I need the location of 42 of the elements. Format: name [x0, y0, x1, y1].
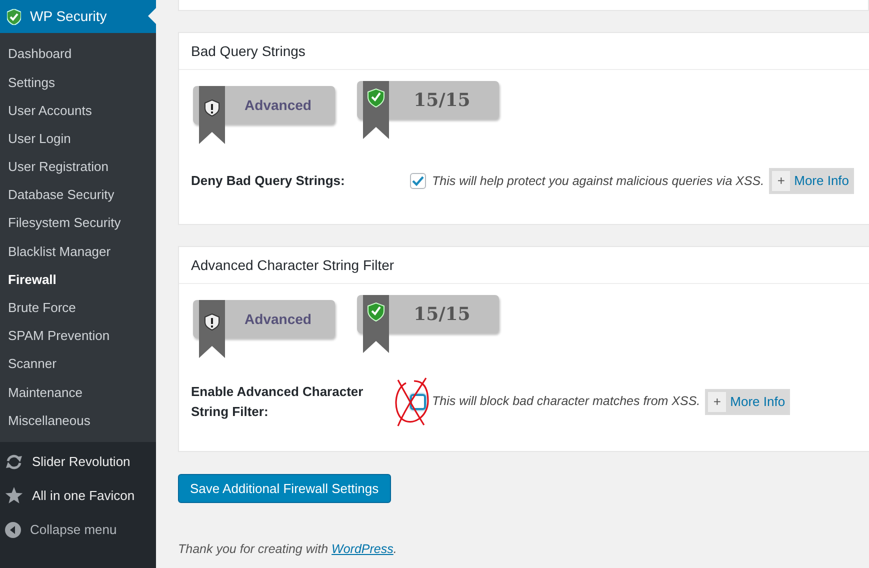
menu-item[interactable]: Database Security: [0, 180, 156, 210]
menu-item[interactable]: Maintenance: [0, 378, 156, 406]
plus-icon: +: [772, 171, 790, 191]
star-icon: [5, 487, 23, 504]
setting-label: Enable Advanced Character String Filter:: [191, 383, 364, 421]
save-button[interactable]: Save Additional Firewall Settings: [178, 474, 391, 503]
menu-item[interactable]: SPAM Prevention: [0, 322, 156, 350]
setting-description: This will block bad character matches from XSS.: [432, 393, 700, 410]
ribbon-icon: [199, 86, 225, 144]
menu-item[interactable]: Firewall: [0, 266, 156, 294]
menu-item[interactable]: Dashboard: [0, 40, 156, 68]
more-info-button[interactable]: + More Info: [705, 388, 790, 414]
menu-item[interactable]: Blacklist Manager: [0, 237, 156, 266]
menu-item[interactable]: Filesystem Security: [0, 209, 156, 238]
menu-header[interactable]: WP Security: [0, 0, 156, 33]
setting-label: Deny Bad Query Strings:: [191, 172, 346, 190]
menu-item[interactable]: User Accounts: [0, 96, 156, 125]
checkbox[interactable]: [410, 394, 426, 410]
more-info-button[interactable]: + More Info: [769, 168, 854, 194]
menu-item[interactable]: All in one Favicon: [0, 478, 156, 513]
checkbox[interactable]: [410, 173, 426, 189]
ribbon-icon: [363, 295, 389, 353]
menu-pointer: [148, 8, 156, 24]
menu-item[interactable]: Brute Force: [0, 294, 156, 322]
menu-item[interactable]: User Registration: [0, 152, 156, 181]
menu-item[interactable]: Slider Revolution: [0, 444, 156, 479]
wordpress-link[interactable]: WordPress: [332, 542, 394, 556]
menu-item[interactable]: User Login: [0, 124, 156, 153]
shield-icon: [7, 8, 21, 24]
menu-item[interactable]: Settings: [0, 68, 156, 96]
footer-text: Thank you for creating with WordPress.: [178, 541, 398, 558]
section-title: Bad Query Strings: [191, 42, 306, 61]
setting-description: This will help protect you against malicious queries via XSS.: [432, 172, 764, 190]
collapse-icon: [5, 522, 21, 538]
menu-item[interactable]: Collapse menu: [0, 512, 156, 547]
menu-item[interactable]: Miscellaneous: [0, 406, 156, 435]
refresh-icon: [5, 454, 23, 470]
ribbon-icon: [363, 81, 389, 139]
menu-item[interactable]: Scanner: [0, 350, 156, 378]
plus-icon: +: [708, 392, 726, 412]
ribbon-icon: [199, 300, 225, 358]
section-title: Advanced Character String Filter: [191, 256, 394, 275]
